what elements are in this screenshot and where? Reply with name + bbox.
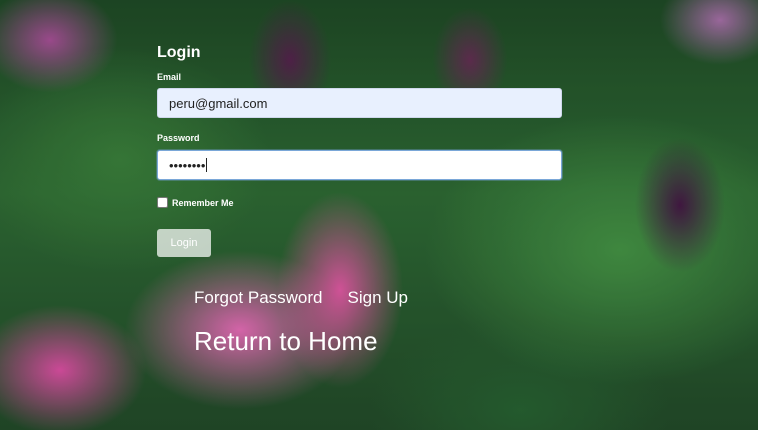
- password-label: Password: [157, 133, 200, 143]
- password-value: ••••••••: [169, 157, 206, 173]
- remember-me-row: Remember Me: [157, 197, 234, 208]
- forgot-password-link[interactable]: Forgot Password: [194, 288, 323, 308]
- sign-up-link[interactable]: Sign Up: [348, 288, 408, 308]
- email-value: peru@gmail.com: [169, 95, 268, 111]
- login-button[interactable]: Login: [157, 229, 211, 257]
- return-to-home-link[interactable]: Return to Home: [194, 326, 378, 357]
- password-field[interactable]: ••••••••: [157, 150, 562, 180]
- background-overlay: [0, 0, 758, 430]
- text-caret: [206, 158, 208, 172]
- form-title: Login: [157, 44, 201, 61]
- auth-links: Forgot Password Sign Up: [194, 288, 408, 308]
- email-label: Email: [157, 72, 182, 82]
- remember-me-label: Remember Me: [172, 197, 234, 208]
- remember-me-checkbox[interactable]: [157, 197, 168, 208]
- email-field[interactable]: peru@gmail.com: [157, 88, 562, 118]
